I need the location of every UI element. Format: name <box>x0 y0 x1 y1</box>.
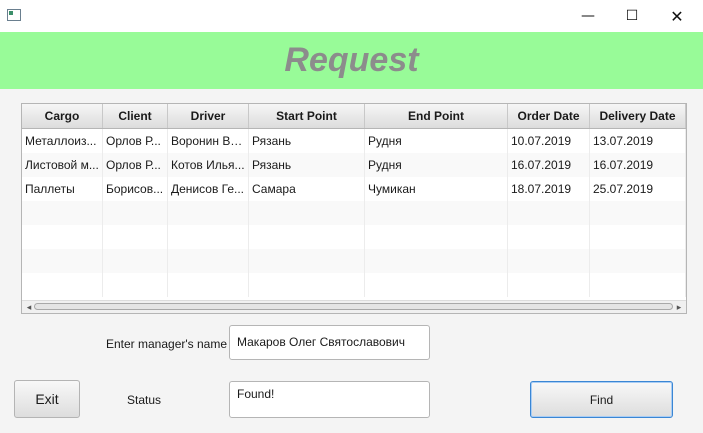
table-cell <box>590 273 686 297</box>
table-cell <box>508 273 590 297</box>
table-row[interactable] <box>22 201 686 225</box>
title-bar: — ☐ ✕ <box>0 0 703 32</box>
table-cell <box>103 201 168 225</box>
column-header[interactable]: Start Point <box>249 104 365 128</box>
table-row[interactable]: Паллеты Борисов... Денисов Ге... Самара Чуми… <box>22 177 686 201</box>
minimize-button[interactable]: — <box>565 0 611 32</box>
column-header[interactable]: End Point <box>365 104 508 128</box>
table-cell <box>508 249 590 273</box>
table-cell <box>22 273 103 297</box>
column-header[interactable]: Driver <box>168 104 249 128</box>
maximize-button[interactable]: ☐ <box>609 0 655 32</box>
table-cell <box>168 225 249 249</box>
table-cell: Орлов Р... <box>103 129 168 153</box>
table-cell: 16.07.2019 <box>508 153 590 177</box>
exit-button[interactable]: Exit <box>14 380 80 418</box>
table-cell: Борисов... <box>103 177 168 201</box>
table-body: Металлоиз... Орлов Р... Воронин Вя... Рязан… <box>22 129 686 297</box>
page-title: Request <box>284 41 419 79</box>
scroll-thumb[interactable] <box>34 303 673 310</box>
table-cell <box>168 249 249 273</box>
table-row[interactable] <box>22 273 686 297</box>
manager-name-input[interactable]: Макаров Олег Святославович <box>229 325 430 360</box>
scroll-right-icon[interactable]: ▸ <box>673 301 685 313</box>
table-cell <box>365 201 508 225</box>
table-cell: Рязань <box>249 129 365 153</box>
table-row[interactable] <box>22 225 686 249</box>
column-header[interactable]: Client <box>103 104 168 128</box>
table-cell: Чумикан <box>365 177 508 201</box>
table-cell: Воронин Вя... <box>168 129 249 153</box>
table-cell: 10.07.2019 <box>508 129 590 153</box>
table-cell: 16.07.2019 <box>590 153 686 177</box>
table-row[interactable] <box>22 249 686 273</box>
table-cell <box>590 249 686 273</box>
table-cell <box>103 273 168 297</box>
table-cell: Денисов Ге... <box>168 177 249 201</box>
table-cell: Рудня <box>365 153 508 177</box>
table-cell <box>249 201 365 225</box>
table-cell <box>590 225 686 249</box>
table-cell <box>365 249 508 273</box>
table-cell <box>249 273 365 297</box>
status-field[interactable]: Found! <box>229 381 430 418</box>
table-cell <box>508 201 590 225</box>
table-cell: Рязань <box>249 153 365 177</box>
close-button[interactable]: ✕ <box>654 0 700 32</box>
table-cell: 18.07.2019 <box>508 177 590 201</box>
table-cell <box>365 273 508 297</box>
table-row[interactable]: Листовой м... Орлов Р... Котов Илья... Ряза… <box>22 153 686 177</box>
table-cell: Паллеты <box>22 177 103 201</box>
table-cell <box>249 249 365 273</box>
table-cell <box>508 225 590 249</box>
find-button[interactable]: Find <box>530 381 673 418</box>
table-cell <box>168 201 249 225</box>
app-icon <box>7 9 21 21</box>
status-label: Status <box>127 393 162 407</box>
column-header[interactable]: Order Date <box>508 104 590 128</box>
table-header: Cargo Client Driver Start Point End Point Ord… <box>22 104 686 129</box>
table-cell <box>22 201 103 225</box>
requests-table[interactable]: Cargo Client Driver Start Point End Point Ord… <box>21 103 687 314</box>
column-header[interactable]: Delivery Date <box>590 104 686 128</box>
table-cell: Котов Илья... <box>168 153 249 177</box>
table-cell: Металлоиз... <box>22 129 103 153</box>
table-cell <box>22 225 103 249</box>
table-row[interactable]: Металлоиз... Орлов Р... Воронин Вя... Рязан… <box>22 129 686 153</box>
table-cell <box>168 273 249 297</box>
table-cell: Самара <box>249 177 365 201</box>
table-cell: Листовой м... <box>22 153 103 177</box>
manager-name-label: Enter manager's name <box>106 337 228 351</box>
table-cell <box>365 225 508 249</box>
table-cell <box>22 249 103 273</box>
table-cell: Рудня <box>365 129 508 153</box>
table-cell: 13.07.2019 <box>590 129 686 153</box>
table-cell <box>103 225 168 249</box>
table-cell: Орлов Р... <box>103 153 168 177</box>
table-cell: 25.07.2019 <box>590 177 686 201</box>
column-header[interactable]: Cargo <box>22 104 103 128</box>
header-banner: Request <box>0 32 703 89</box>
table-cell <box>249 225 365 249</box>
horizontal-scrollbar[interactable]: ◂ ▸ <box>22 300 686 313</box>
table-cell <box>103 249 168 273</box>
table-cell <box>590 201 686 225</box>
